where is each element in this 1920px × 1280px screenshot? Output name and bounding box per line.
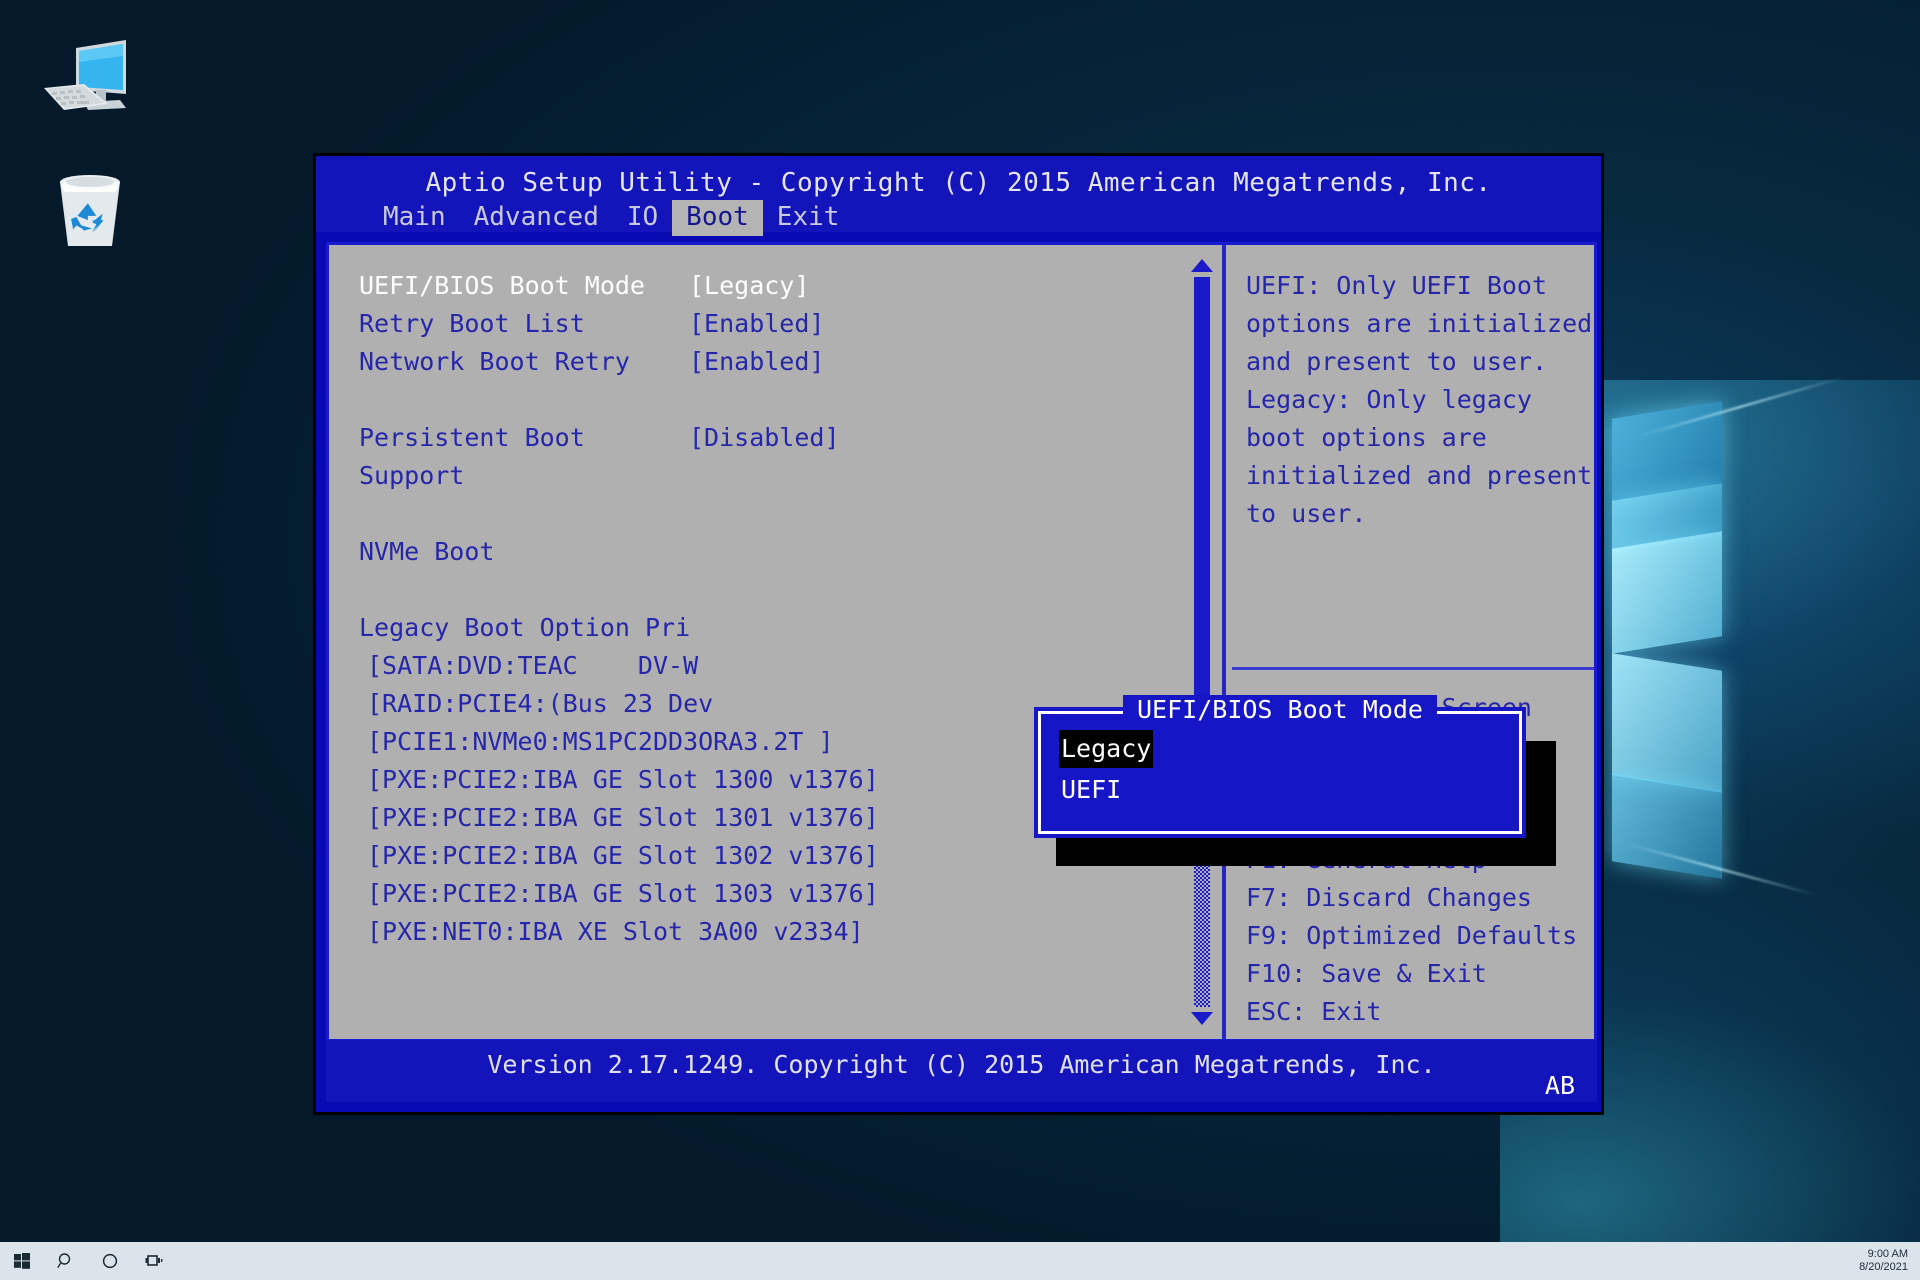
- boot-option-item[interactable]: [PXE:NET0:IBA XE Slot 3A00 v2334]: [359, 913, 1177, 951]
- search-icon: [57, 1253, 71, 1268]
- wallpaper-pane-4: [1612, 653, 1722, 793]
- desktop-icon-recycle-bin[interactable]: [42, 160, 138, 256]
- bios-window[interactable]: Aptio Setup Utility - Copyright (C) 2015…: [313, 153, 1604, 1115]
- bios-tab-boot[interactable]: Boot: [672, 200, 763, 236]
- bios-settings-pane[interactable]: UEFI/BIOS Boot Mode [Legacy] Retry Boot …: [329, 245, 1177, 1039]
- circle-icon: [102, 1253, 118, 1269]
- wallpaper-pane-3: [1612, 531, 1722, 654]
- this-pc-icon: [44, 40, 126, 110]
- spacer-row: [359, 381, 1177, 419]
- vertical-divider: [1222, 245, 1226, 1039]
- setting-label: Retry Boot List: [359, 309, 585, 338]
- version-corner-code: AB: [1544, 1071, 1575, 1100]
- setting-value: [Enabled]: [689, 347, 825, 376]
- dialog-title: UEFI/BIOS Boot Mode: [1123, 695, 1437, 724]
- version-text: Version 2.17.1249. Copyright (C) 2015 Am…: [487, 1050, 1436, 1079]
- wallpaper-pane-5: [1612, 773, 1722, 879]
- task-view-icon: [145, 1255, 163, 1266]
- dialog-option-legacy-row[interactable]: Legacy: [1059, 730, 1519, 771]
- bios-tab-main[interactable]: Main: [369, 200, 460, 236]
- clock-date: 8/20/2021: [1859, 1261, 1908, 1273]
- setting-row-uefi-bios-boot-mode[interactable]: UEFI/BIOS Boot Mode [Legacy]: [359, 267, 1177, 305]
- bios-tab-exit[interactable]: Exit: [763, 200, 854, 236]
- taskbar-clock[interactable]: 9:00 AM 8/20/2021: [1859, 1248, 1908, 1274]
- setting-row-nvme-boot[interactable]: NVMe Boot: [359, 533, 1177, 571]
- boot-option-item[interactable]: [PXE:PCIE2:IBA GE Slot 1303 v1376]: [359, 875, 1177, 913]
- cortana-button[interactable]: [88, 1242, 132, 1280]
- spacer-row-2: [359, 495, 1177, 533]
- boot-option-item[interactable]: [PXE:PCIE2:IBA GE Slot 1302 v1376]: [359, 837, 1177, 875]
- taskbar[interactable]: 9:00 AM 8/20/2021: [0, 1242, 1920, 1280]
- bios-version-bar: Version 2.17.1249. Copyright (C) 2015 Am…: [326, 1040, 1597, 1102]
- spacer-row-3: [359, 571, 1177, 609]
- setting-label: Network Boot Retry: [359, 347, 630, 376]
- bios-titlebar: Aptio Setup Utility - Copyright (C) 2015…: [316, 156, 1601, 236]
- boot-mode-dialog[interactable]: UEFI/BIOS Boot Mode Legacy UEFI: [1034, 695, 1526, 838]
- desktop-icon-this-pc[interactable]: [36, 32, 132, 128]
- help-divider: [1232, 667, 1594, 670]
- setting-label: UEFI/BIOS Boot Mode: [359, 271, 645, 300]
- legacy-boot-priority-header: Legacy Boot Option Pri: [359, 613, 691, 642]
- windows-logo-icon: [14, 1253, 30, 1269]
- help-text: UEFI: Only UEFI Boot options are initial…: [1246, 271, 1593, 528]
- search-button[interactable]: [44, 1242, 88, 1280]
- recycle-bin-icon: [60, 175, 120, 246]
- scroll-up-arrow-icon[interactable]: [1191, 259, 1213, 272]
- dialog-option-uefi[interactable]: UEFI: [1059, 771, 1123, 809]
- scroll-down-arrow-icon[interactable]: [1191, 1012, 1213, 1025]
- setting-label: Persistent Boot: [359, 423, 585, 452]
- task-view-button[interactable]: [132, 1242, 176, 1280]
- boot-option-item[interactable]: [SATA:DVD:TEAC DV-W: [359, 647, 1177, 685]
- dialog-option-list[interactable]: Legacy UEFI: [1041, 714, 1519, 812]
- bios-content-area: UEFI/BIOS Boot Mode [Legacy] Retry Boot …: [326, 242, 1597, 1042]
- setting-value: [Disabled]: [689, 423, 840, 452]
- dialog-option-uefi-row[interactable]: UEFI: [1059, 771, 1519, 812]
- bios-tab-bar[interactable]: Main Advanced IO Boot Exit: [369, 200, 853, 236]
- setting-label-support: Support: [359, 461, 465, 490]
- setting-row-retry-boot-list[interactable]: Retry Boot List [Enabled]: [359, 305, 1177, 343]
- bios-tab-io[interactable]: IO: [613, 200, 672, 236]
- setting-value: [Enabled]: [689, 309, 825, 338]
- start-button[interactable]: [0, 1242, 44, 1280]
- clock-time: 9:00 AM: [1867, 1248, 1908, 1260]
- desktop[interactable]: Aptio Setup Utility - Copyright (C) 2015…: [0, 0, 1920, 1280]
- settings-scrollbar[interactable]: [1184, 251, 1218, 1033]
- dialog-option-legacy[interactable]: Legacy: [1059, 730, 1154, 768]
- setting-value: [Legacy]: [689, 271, 810, 300]
- bios-tab-advanced[interactable]: Advanced: [460, 200, 613, 236]
- setting-row-persistent-boot[interactable]: Persistent Boot [Disabled]: [359, 419, 1177, 457]
- dialog-border: UEFI/BIOS Boot Mode Legacy UEFI: [1038, 695, 1522, 834]
- bios-title: Aptio Setup Utility - Copyright (C) 2015…: [425, 168, 1492, 198]
- setting-row-network-boot-retry[interactable]: Network Boot Retry [Enabled]: [359, 343, 1177, 381]
